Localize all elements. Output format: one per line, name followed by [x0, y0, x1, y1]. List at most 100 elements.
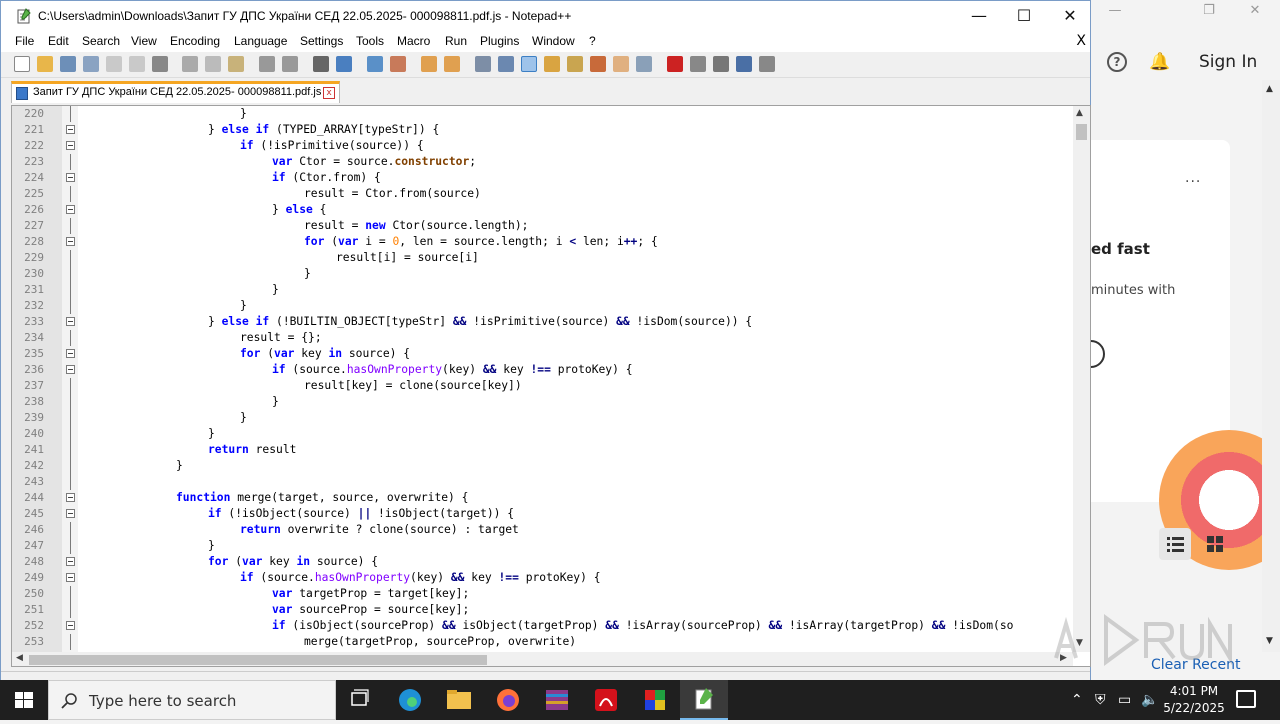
stop-record-icon[interactable]: [690, 56, 706, 72]
close-button[interactable]: ✕: [1047, 1, 1093, 32]
tray-security-icon[interactable]: ⛨: [1095, 692, 1106, 708]
code-line[interactable]: for (var key in source) {: [240, 346, 410, 362]
new-file-icon[interactable]: [14, 56, 30, 72]
menu-encoding[interactable]: Encoding: [170, 34, 220, 48]
fold-toggle-icon[interactable]: [66, 205, 75, 214]
code-line[interactable]: var targetProp = target[key];: [272, 586, 469, 602]
tray-chevron-icon[interactable]: ⌃: [1071, 692, 1083, 708]
code-line[interactable]: }: [304, 266, 311, 282]
code-text[interactable]: }} else if (TYPED_ARRAY[typeStr]) {if (!…: [78, 106, 1073, 652]
edge-icon[interactable]: [386, 680, 434, 720]
menu-view[interactable]: View: [131, 34, 157, 48]
close-file-icon[interactable]: [106, 56, 122, 72]
code-line[interactable]: }: [176, 458, 183, 474]
code-line[interactable]: }: [272, 394, 279, 410]
monitoring-icon[interactable]: [636, 56, 652, 72]
fold-toggle-icon[interactable]: [66, 141, 75, 150]
fold-toggle-icon[interactable]: [66, 317, 75, 326]
fold-margin[interactable]: [62, 106, 78, 652]
code-line[interactable]: var sourceProp = source[key];: [272, 602, 469, 618]
folder-as-workspace-icon[interactable]: [613, 56, 629, 72]
sign-in-button[interactable]: Sign In: [1199, 52, 1257, 72]
playback-icon[interactable]: [713, 56, 729, 72]
function-list-icon[interactable]: [590, 56, 606, 72]
file-explorer-icon[interactable]: [435, 680, 483, 720]
close-all-icon[interactable]: [129, 56, 145, 72]
code-line[interactable]: merge(targetProp, sourceProp, overwrite): [304, 634, 576, 650]
tab-close-icon[interactable]: x: [323, 87, 335, 99]
volume-icon[interactable]: 🔈: [1141, 692, 1158, 708]
fold-toggle-icon[interactable]: [66, 509, 75, 518]
bg-scrollbar[interactable]: ▲ ▼: [1262, 80, 1280, 652]
horizontal-scrollbar[interactable]: ◀ ▶: [12, 652, 1073, 666]
fold-toggle-icon[interactable]: [66, 557, 75, 566]
code-line[interactable]: }: [240, 106, 247, 122]
maximize-button[interactable]: ☐: [1001, 1, 1047, 32]
bg-minimize-icon[interactable]: —: [1092, 0, 1138, 24]
sync-horizontal-icon[interactable]: [444, 56, 460, 72]
code-line[interactable]: return result: [208, 442, 296, 458]
fold-toggle-icon[interactable]: [66, 573, 75, 582]
udl-icon[interactable]: [544, 56, 560, 72]
menu-language[interactable]: Language: [234, 34, 287, 48]
code-line[interactable]: }: [240, 410, 247, 426]
taskbar-search-box[interactable]: Type here to search: [48, 680, 336, 720]
code-line[interactable]: }: [208, 538, 215, 554]
code-line[interactable]: } else if (TYPED_ARRAY[typeStr]) {: [208, 122, 439, 138]
copy-icon[interactable]: [205, 56, 221, 72]
find-icon[interactable]: [313, 56, 329, 72]
winrar-icon[interactable]: [533, 680, 581, 720]
indent-guide-icon[interactable]: [521, 56, 537, 72]
code-line[interactable]: for (var key in source) {: [208, 554, 378, 570]
fold-toggle-icon[interactable]: [66, 621, 75, 630]
menu-help[interactable]: ?: [589, 34, 596, 48]
acrobat-icon[interactable]: [582, 680, 630, 720]
menu-macro[interactable]: Macro: [397, 34, 430, 48]
zoom-in-icon[interactable]: [367, 56, 383, 72]
menu-settings[interactable]: Settings: [300, 34, 343, 48]
code-line[interactable]: if (source.hasOwnProperty(key) && key !=…: [272, 362, 633, 378]
scroll-up-icon[interactable]: ▲: [1076, 108, 1083, 118]
code-line[interactable]: if (source.hasOwnProperty(key) && key !=…: [240, 570, 601, 586]
menu-window[interactable]: Window: [532, 34, 575, 48]
word-wrap-icon[interactable]: [475, 56, 491, 72]
grid-view-icon[interactable]: [1199, 528, 1231, 560]
fold-toggle-icon[interactable]: [66, 237, 75, 246]
code-line[interactable]: }: [272, 282, 279, 298]
code-line[interactable]: result[i] = source[i]: [336, 250, 479, 266]
network-icon[interactable]: ▭: [1118, 692, 1131, 708]
code-line[interactable]: } else {: [272, 202, 326, 218]
run-macro-multiple-icon[interactable]: [736, 56, 752, 72]
menu-run[interactable]: Run: [445, 34, 467, 48]
clock[interactable]: 4:01 PM 5/22/2025: [1160, 683, 1228, 717]
notepadpp-taskbar-icon[interactable]: [680, 680, 728, 720]
code-line[interactable]: }: [208, 426, 215, 442]
redo-icon[interactable]: [282, 56, 298, 72]
menu-search[interactable]: Search: [82, 34, 120, 48]
cut-icon[interactable]: [182, 56, 198, 72]
fold-toggle-icon[interactable]: [66, 125, 75, 134]
code-line[interactable]: }: [240, 298, 247, 314]
doc-map-icon[interactable]: [567, 56, 583, 72]
fold-toggle-icon[interactable]: [66, 493, 75, 502]
sync-vertical-icon[interactable]: [421, 56, 437, 72]
save-icon[interactable]: [60, 56, 76, 72]
code-line[interactable]: if (!isPrimitive(source)) {: [240, 138, 424, 154]
menu-plugins[interactable]: Plugins: [480, 34, 519, 48]
vertical-scrollbar[interactable]: ▲ ▼: [1073, 106, 1090, 652]
tab-document[interactable]: Запит ГУ ДПС України СЕД 22.05.2025- 000…: [11, 81, 340, 103]
editor-area[interactable]: 220 221 222 223 224 225 226 227 228 229 230 231 232 2…: [11, 105, 1091, 667]
code-line[interactable]: result[key] = clone(source[key]): [304, 378, 522, 394]
code-line[interactable]: if (Ctor.from) {: [272, 170, 381, 186]
menu-close-doc-button[interactable]: X: [1076, 33, 1086, 49]
fold-toggle-icon[interactable]: [66, 349, 75, 358]
open-file-icon[interactable]: [37, 56, 53, 72]
vertical-scroll-thumb[interactable]: [1076, 124, 1087, 140]
code-line[interactable]: if (isObject(sourceProp) && isObject(tar…: [272, 618, 1013, 634]
code-line[interactable]: if (!isObject(source) || !isObject(targe…: [208, 506, 514, 522]
horizontal-scroll-thumb[interactable]: [29, 655, 487, 665]
start-button[interactable]: [0, 680, 48, 720]
code-line[interactable]: for (var i = 0, len = source.length; i <…: [304, 234, 658, 250]
code-line[interactable]: return overwrite ? clone(source) : targe…: [240, 522, 519, 538]
notification-icon[interactable]: [1236, 690, 1256, 708]
